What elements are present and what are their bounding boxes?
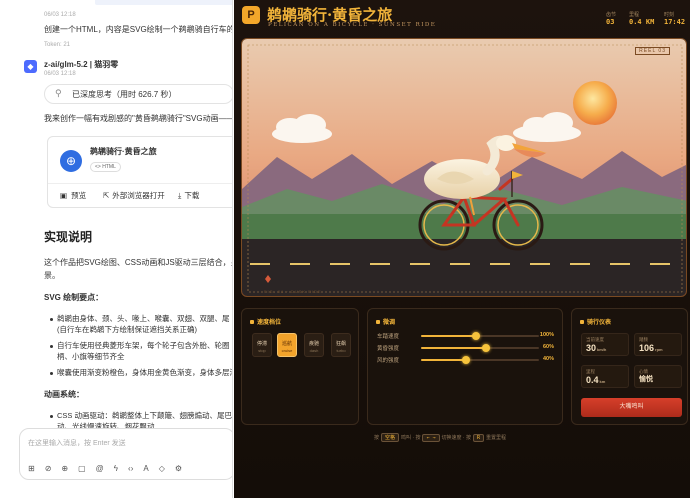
honk-button[interactable]: 大嘴鸣叫 (581, 398, 682, 417)
panel-title: 骑行仪表 (580, 317, 611, 326)
input-toolbar: ⊞ ⊘ ⊕ ▢ @ ϟ ‹› A ◇ ⚙ (28, 464, 182, 473)
slider-value: 40% (542, 356, 554, 362)
user-message: 创建一个HTML，内容是SVG绘制一个鹈鹕骑自行车的2D (44, 25, 233, 34)
panel-title: 速度档位 (250, 317, 281, 326)
section-heading: 实现说明 (44, 230, 93, 244)
preview-icon: ▣ (60, 191, 68, 200)
preview-button[interactable]: ▣ 预览 (60, 190, 86, 201)
speed-stop-button[interactable]: 停滞 stop (252, 333, 272, 357)
card-divider (48, 183, 232, 184)
thinking-label: 已深度思考（用时 626.7 秒） (72, 90, 177, 99)
globe-icon[interactable]: ⊕ (61, 464, 68, 473)
paperclip-icon[interactable]: ⊘ (45, 464, 52, 473)
dusk-intensity-slider[interactable] (421, 344, 539, 352)
list-item: 鹈鹕由身体、颈、头、喙上、喉囊、双翅、双腿、尾 (57, 314, 230, 323)
chat-header-strip (95, 0, 232, 5)
app-logo: P (242, 6, 260, 24)
bullet (50, 345, 53, 348)
gauge-speed: 当前速度 30km/h (581, 333, 629, 356)
list-item: 喉囊使用渐变粉橙色，身体用金黄色渐变，身体多层渐 (57, 368, 233, 377)
list-item: CSS 动画驱动：鹈鹕整体上下颠簸、翅膀煽动、尾巴 (57, 411, 233, 420)
eraser-icon[interactable]: ◇ (159, 464, 165, 473)
speed-turbo-button[interactable]: 狂飙 turbo (331, 333, 351, 357)
list-item: 自行车使用径典菱形车架，每个轮子包含外胎、轮圈 (57, 341, 230, 350)
gauge-cadence: 踏频 106rpm (634, 333, 682, 356)
bullet (50, 318, 53, 321)
wind-strength-slider[interactable] (421, 356, 539, 364)
message-input[interactable]: 在这里输入消息，按 Enter 发送 (28, 438, 126, 448)
slider-value: 60% (542, 344, 554, 350)
at-icon[interactable]: @ (96, 464, 104, 473)
text-icon[interactable]: A (143, 464, 148, 473)
gauge-distance: 里程 0.4km (581, 365, 629, 388)
artifact-badge: <> HTML (90, 162, 121, 172)
stat-time: 时刻 17:42 (664, 12, 686, 26)
tune-panel: 微调 车踏速度 100% 黄昏强度 60% 风的强度 40% (367, 308, 563, 425)
attach-icon[interactable]: ⊞ (28, 464, 35, 473)
list-item-cont: (自行车在鹈鹕下方绘制保证遮挡关系正确) (57, 325, 197, 334)
pelican-scene: REEL 03 FIG. 01 · DUSK RIDE (241, 38, 687, 297)
bullet (50, 415, 53, 418)
speed-dash-button[interactable]: 疾驰 dash (304, 333, 324, 357)
bulb-icon: ⚲ (55, 88, 62, 98)
model-avatar: ◆ (24, 60, 37, 73)
code-icon[interactable]: ‹› (128, 464, 133, 473)
pelican-head (496, 135, 516, 151)
timestamp: 06/03 12:18 (44, 71, 76, 77)
meter-panel: 骑行仪表 当前速度 30km/h 踏频 106rpm 里程 0.4km 心情 愉悦 大嘴… (571, 308, 688, 425)
bullet (50, 372, 53, 375)
key-space: 空格 (381, 433, 400, 442)
open-external-button[interactable]: ⇱ 外部浏览器打开 (103, 190, 165, 201)
speed-panel: 速度档位 停滞 stop 巡航 cruise 疾驰 dash 狂飙 turbo (241, 308, 359, 425)
slider-label: 车踏速度 (377, 334, 400, 340)
download-icon: ⤓ (178, 190, 182, 200)
thinking-toggle[interactable]: ⚲ 已深度思考（用时 626.7 秒） (44, 84, 232, 104)
token-count: Token: 21 (44, 42, 71, 48)
globe-icon: ⊕ (60, 150, 82, 172)
slider-label: 黄昏强度 (377, 346, 400, 352)
scene-svg (242, 39, 686, 296)
key-arrows: ← → (422, 434, 440, 442)
keyboard-hints: 按空格 鸣叫 · 按 ← → 切换速度 · 按 R 重置里程 (374, 433, 506, 442)
gauge-mood: 心情 愉悦 (634, 365, 682, 388)
scene-caption: FIG. 01 · DUSK RIDE (264, 289, 322, 294)
external-link-icon: ⇱ (103, 191, 110, 200)
panel-title: 微调 (376, 317, 395, 326)
intro-text: 我来创作一幅有戏剧感的"黄昏鹈鹕骑行"SVG动画——把 (44, 114, 233, 123)
slider-label: 风的强度 (377, 358, 400, 364)
timestamp: 06/03 12:18 (44, 12, 76, 18)
download-button[interactable]: ⤓ 下载 (178, 190, 199, 201)
image-icon[interactable]: ▢ (78, 464, 86, 473)
artifact-card[interactable]: ⊕ 鹈鹕骑行·黄昏之旅 <> HTML ▣ 预览 ⇱ 外部浏览器打开 ⤓ 下载 (47, 136, 232, 208)
key-r: R (472, 434, 484, 442)
speed-cruise-button[interactable]: 巡航 cruise (277, 333, 297, 357)
artifact-title: 鹈鹕骑行·黄昏之旅 (90, 147, 157, 156)
pedal-speed-slider[interactable] (421, 332, 539, 340)
preview-app: P 鹈鹕骑行·黄昏之旅 PELICAN ON A BICYCLE · SUNSE… (234, 0, 690, 498)
stat-gear: 齿节 03 (606, 12, 617, 26)
app-subtitle: PELICAN ON A BICYCLE · SUNSET RIDE (268, 22, 437, 28)
model-name: z-ai/glm-5.2 | 猫羽零 (44, 60, 119, 69)
list-item-cont: 柄、小旗等细节齐全 (57, 352, 125, 361)
slider-value: 100% (539, 332, 554, 338)
paragraph: 这个作品把SVG绘图、CSS动画和JS驱动三层结合，呈现 (44, 258, 233, 267)
stat-distance: 里程 0.4 KM (629, 12, 655, 26)
sun (573, 81, 617, 125)
settings-icon[interactable]: ⚙ (175, 464, 182, 473)
chat-pane: 06/03 12:18 创建一个HTML，内容是SVG绘制一个鹈鹕骑自行车的2D… (0, 0, 233, 498)
reel-badge: REEL 03 (635, 47, 670, 55)
message-input-box[interactable]: 在这里输入消息，按 Enter 发送 ⊞ ⊘ ⊕ ▢ @ ϟ ‹› A ◇ ⚙ (19, 428, 232, 480)
animation-heading: 动画系统： (44, 390, 84, 399)
bolt-icon[interactable]: ϟ (114, 464, 118, 473)
paragraph-cont: 景。 (44, 271, 60, 280)
svg-heading: SVG 绘制要点： (44, 293, 104, 302)
